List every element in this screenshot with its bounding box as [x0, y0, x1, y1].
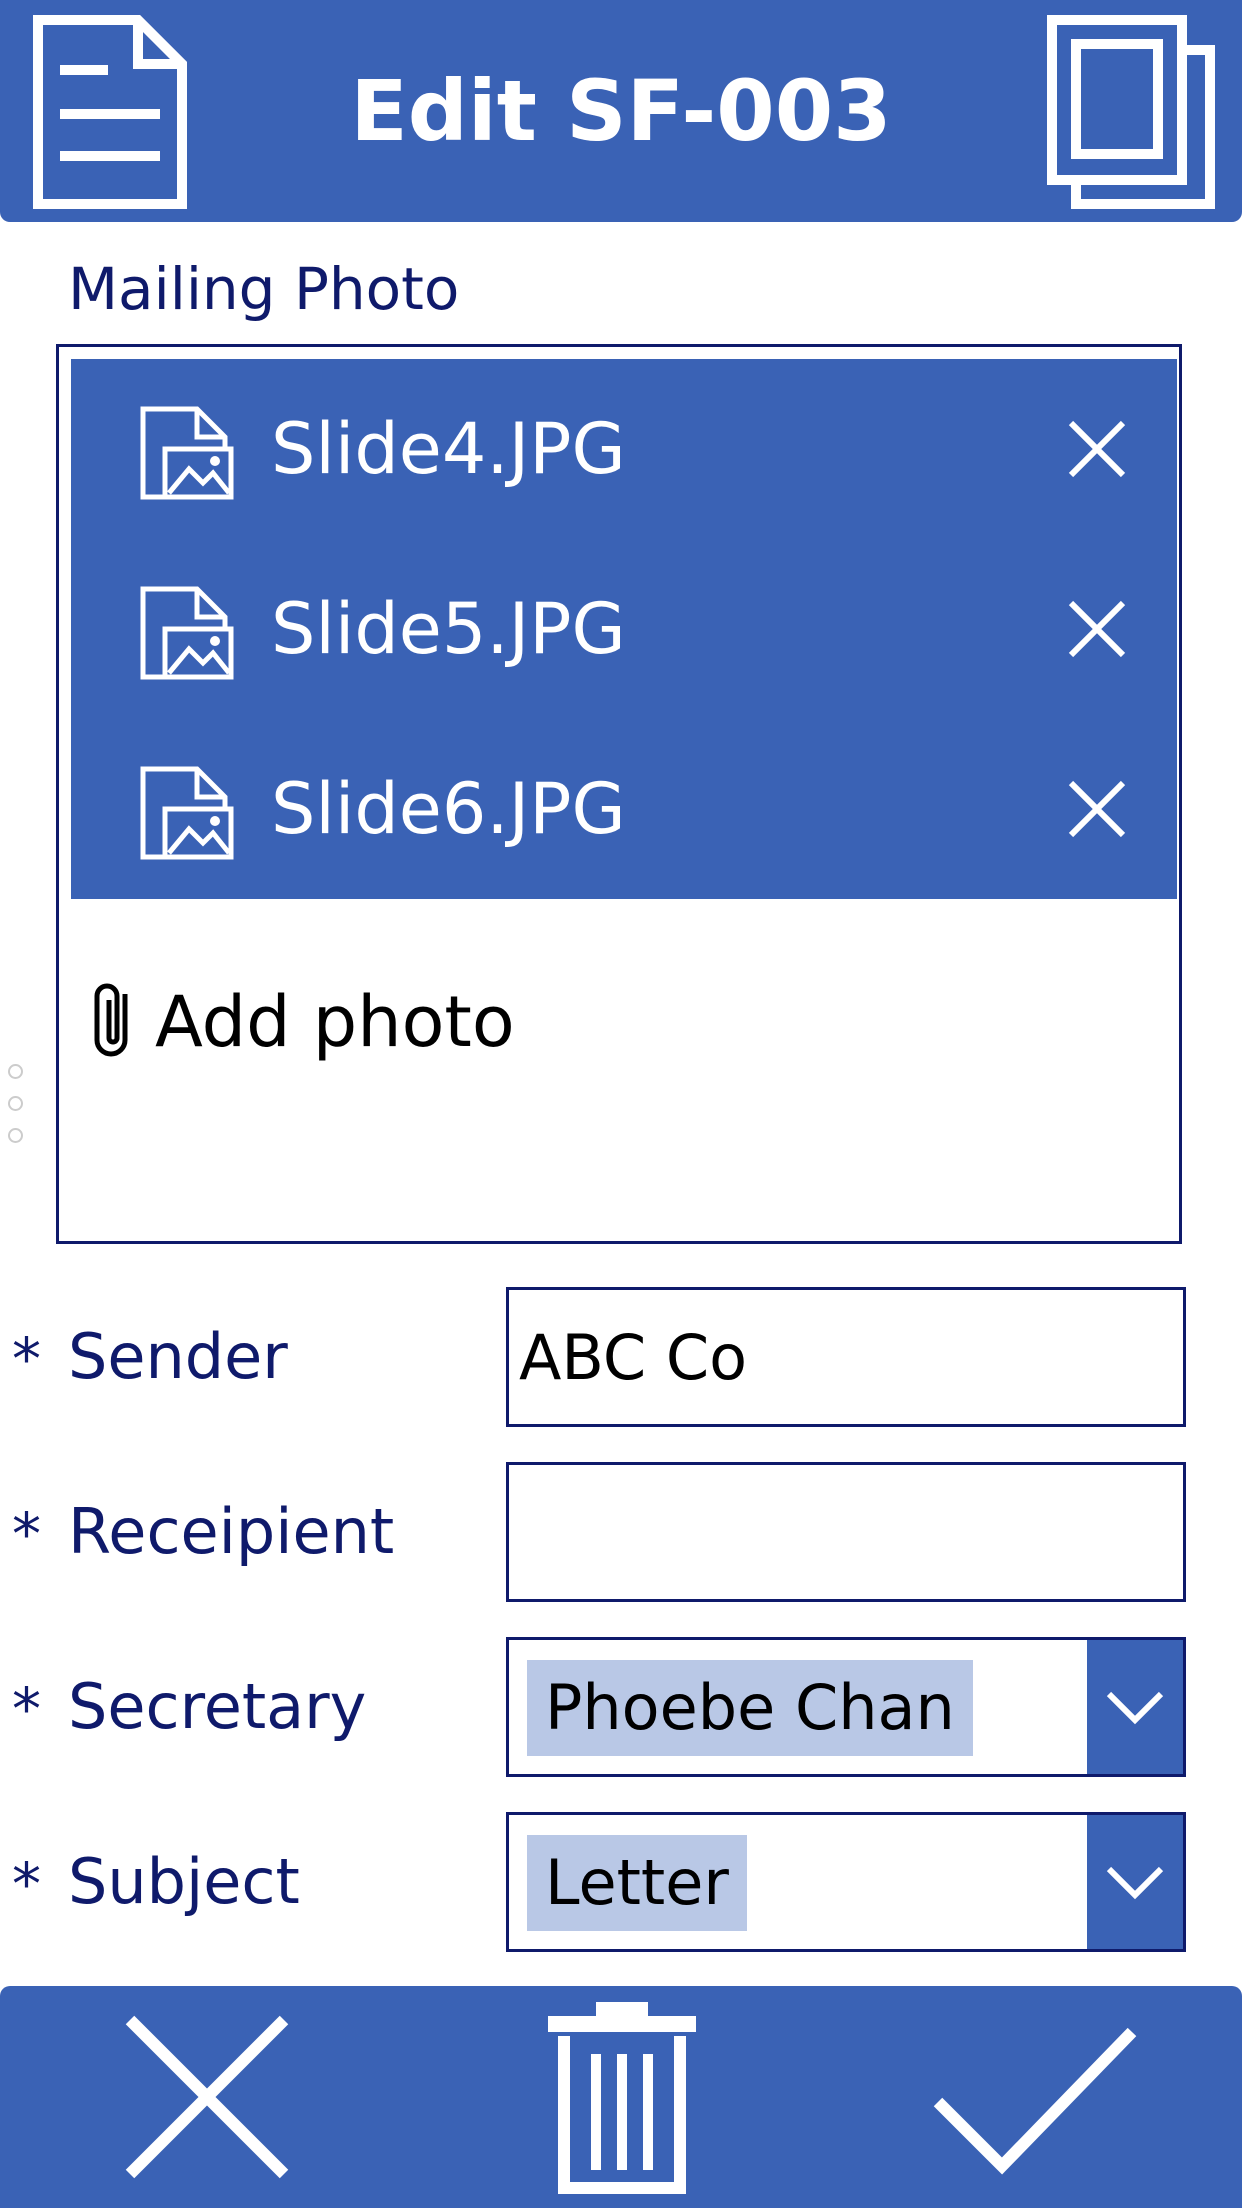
secretary-dropdown[interactable]: Phoebe Chan [506, 1637, 1186, 1777]
secretary-selected-value: Phoebe Chan [527, 1660, 973, 1756]
close-icon[interactable] [124, 2014, 290, 2180]
attachment-item[interactable]: Slide5.JPG [71, 539, 1177, 719]
document-icon[interactable] [32, 14, 192, 210]
recipient-label: Receipient [68, 1495, 395, 1568]
subject-dropdown[interactable]: Letter [506, 1812, 1186, 1952]
image-file-icon [139, 585, 235, 685]
sender-input[interactable] [506, 1287, 1186, 1427]
add-photo-label: Add photo [155, 981, 515, 1063]
attachment-item[interactable]: Slide4.JPG [71, 359, 1177, 539]
chevron-down-icon[interactable] [1087, 1815, 1183, 1949]
footer-bar [0, 1986, 1242, 2208]
required-marker: * [12, 1325, 41, 1393]
subject-label: Subject [68, 1845, 300, 1918]
required-marker: * [12, 1500, 41, 1568]
sender-label: Sender [68, 1320, 288, 1393]
subject-selected-value: Letter [527, 1835, 747, 1931]
copy-icon[interactable] [1046, 14, 1216, 210]
remove-attachment-icon[interactable] [1067, 779, 1127, 843]
resize-handle[interactable] [8, 1064, 23, 1160]
remove-attachment-icon[interactable] [1067, 419, 1127, 483]
image-file-icon [139, 405, 235, 505]
add-photo-button[interactable]: Add photo [89, 967, 515, 1077]
secretary-label: Secretary [68, 1670, 367, 1743]
attachment-file-name: Slide4.JPG [271, 408, 626, 490]
recipient-input[interactable] [506, 1462, 1186, 1602]
required-marker: * [12, 1850, 41, 1918]
mailing-photo-label: Mailing Photo [68, 255, 460, 323]
paperclip-icon [89, 980, 137, 1064]
attachment-file-name: Slide5.JPG [271, 588, 626, 670]
checkmark-icon[interactable] [932, 2026, 1138, 2176]
attachment-item[interactable]: Slide6.JPG [71, 719, 1177, 899]
remove-attachment-icon[interactable] [1067, 599, 1127, 663]
required-marker: * [12, 1675, 41, 1743]
attachment-list: Slide4.JPG Slide5.JPG Slide6.JPG [71, 359, 1177, 899]
attachment-file-name: Slide6.JPG [271, 768, 626, 850]
header-bar: Edit SF-003 [0, 0, 1242, 222]
chevron-down-icon[interactable] [1087, 1640, 1183, 1774]
image-file-icon [139, 765, 235, 865]
attachment-box[interactable]: Slide4.JPG Slide5.JPG Slide6.JPG Add pho… [56, 344, 1182, 1244]
trash-icon[interactable] [544, 1998, 700, 2194]
